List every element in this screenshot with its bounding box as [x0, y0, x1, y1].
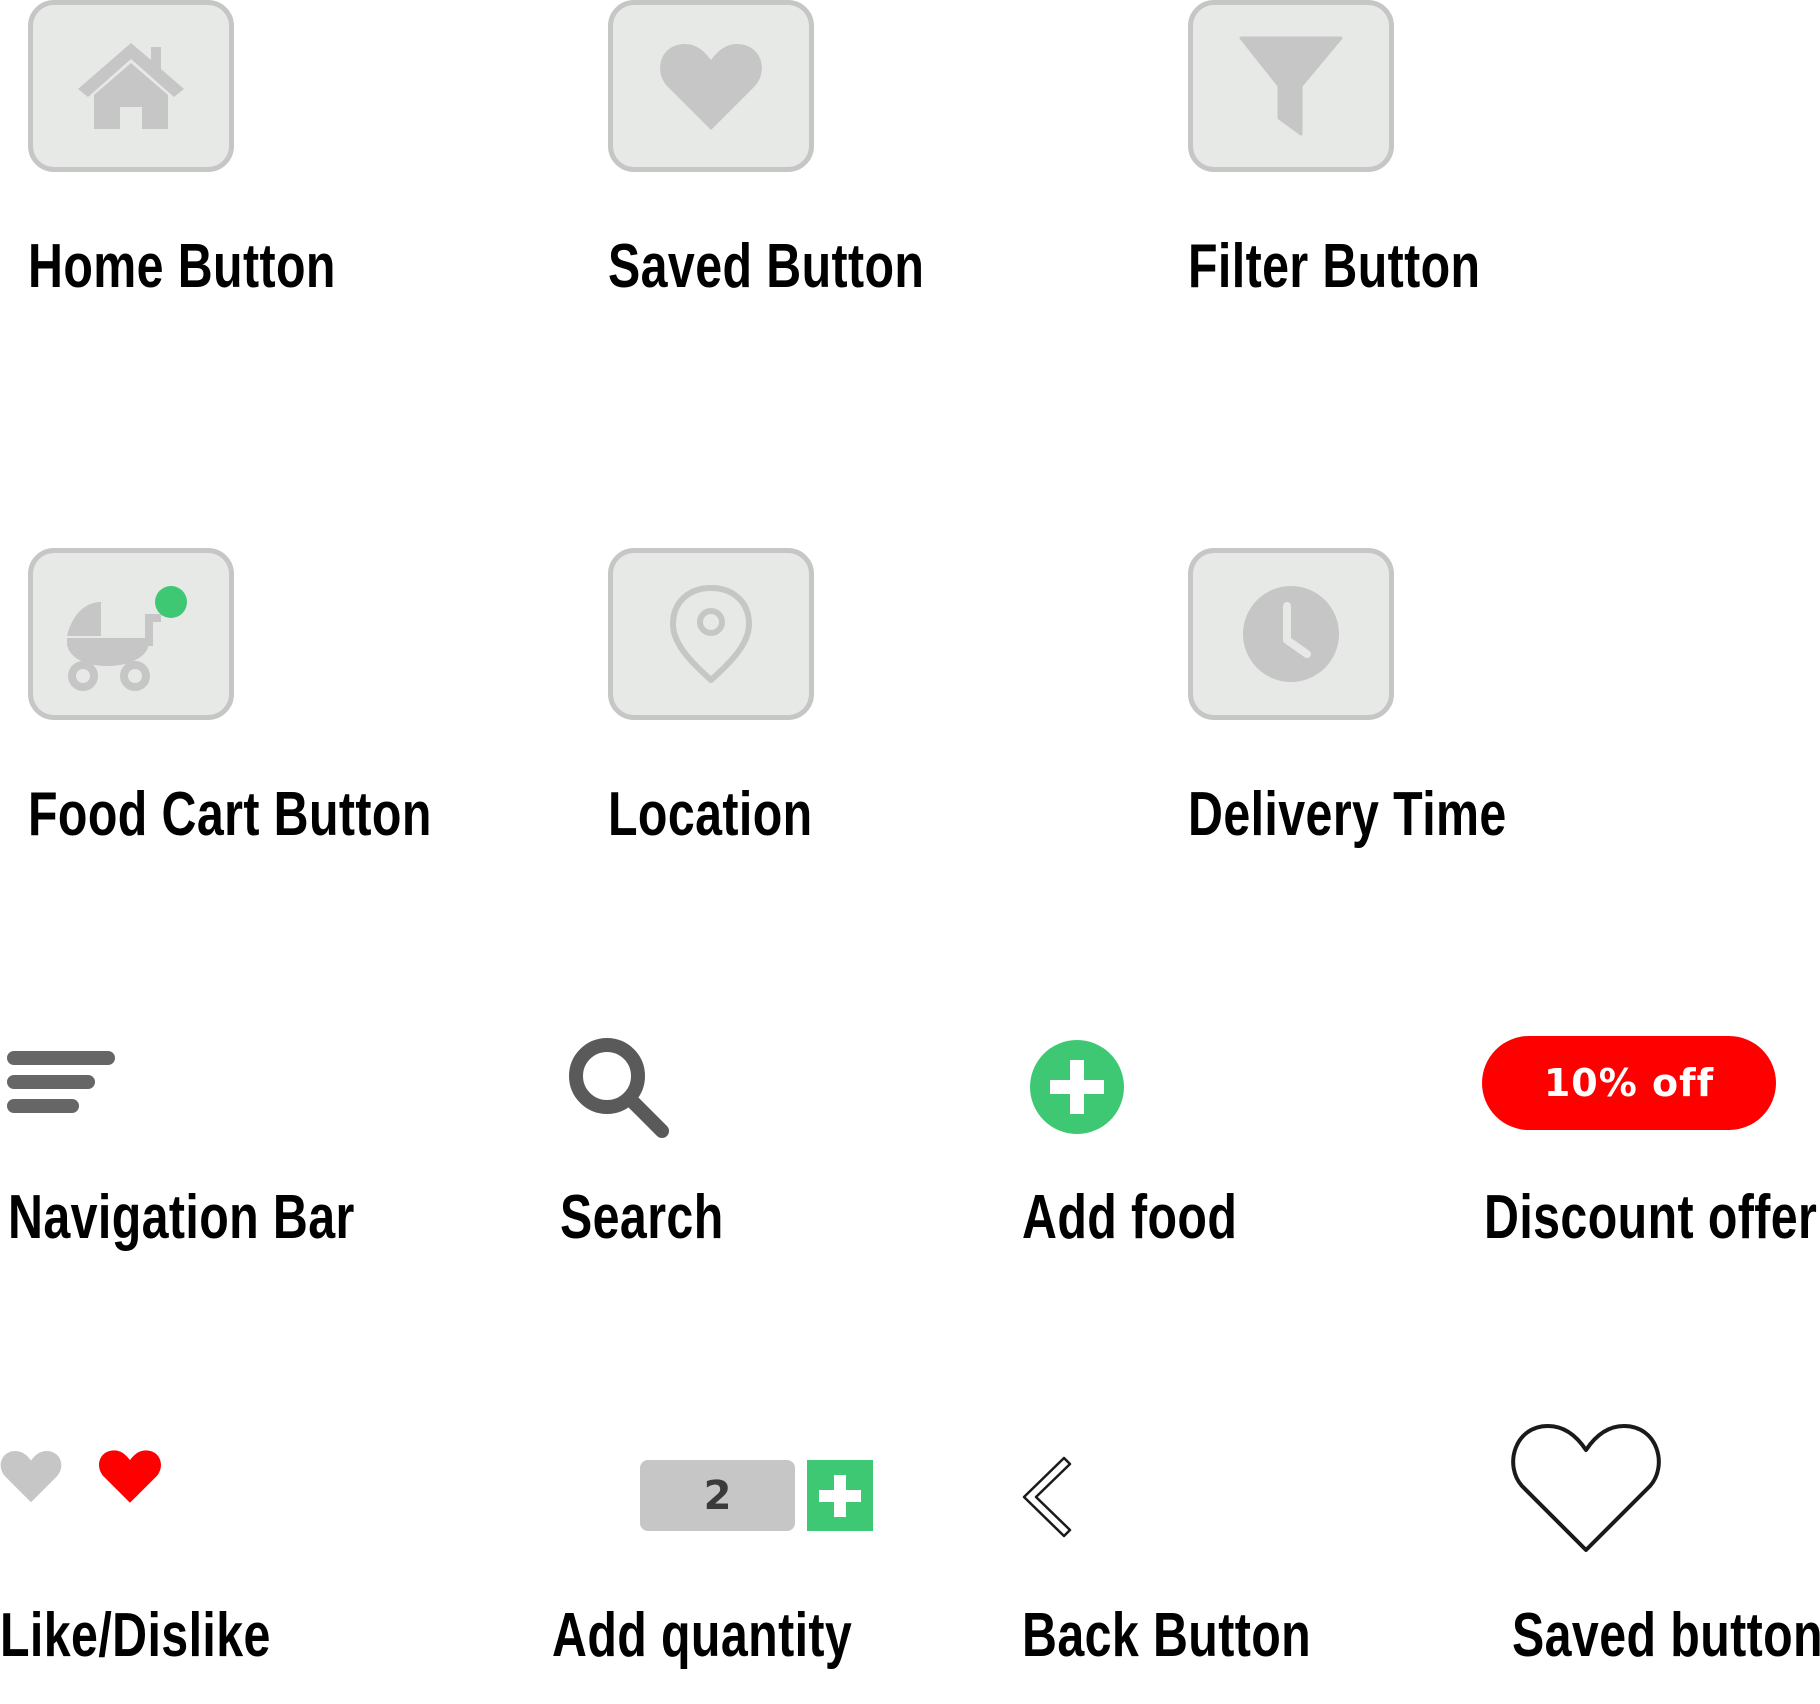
discount-offer-label: Discount offer [1484, 1183, 1818, 1252]
search-label: Search [560, 1183, 724, 1252]
discount-badge[interactable]: 10% off [1482, 1036, 1776, 1130]
discount-badge-text: 10% off [1543, 1061, 1715, 1105]
filter-button[interactable] [1188, 0, 1394, 172]
heart-filled-red-icon[interactable] [98, 1448, 162, 1504]
saved-button[interactable] [608, 0, 814, 172]
stroller-cart-icon [67, 586, 187, 691]
plus-icon [819, 1474, 861, 1517]
home-icon [78, 43, 184, 129]
add-quantity-button[interactable] [807, 1460, 873, 1531]
add-quantity-label: Add quantity [552, 1601, 853, 1670]
saved-outline-label: Saved button [1512, 1601, 1820, 1670]
add-food-label: Add food [1022, 1183, 1238, 1252]
delivery-time-label: Delivery Time [1188, 780, 1507, 849]
magnifier-icon[interactable] [565, 1034, 675, 1144]
clock-icon [1243, 586, 1339, 682]
saved-button-label: Saved Button [608, 232, 925, 301]
home-button-label: Home Button [28, 232, 336, 301]
chevron-left-icon[interactable] [1018, 1454, 1074, 1540]
heart-outline-icon[interactable] [1510, 1420, 1662, 1556]
home-button[interactable] [28, 0, 234, 172]
delivery-time-button[interactable] [1188, 548, 1394, 720]
menu-lines-icon[interactable] [6, 1048, 116, 1118]
navigation-bar-label: Navigation Bar [8, 1183, 355, 1252]
location-button[interactable] [608, 548, 814, 720]
filter-button-label: Filter Button [1188, 232, 1481, 301]
heart-icon[interactable] [0, 1448, 62, 1504]
heart-icon [660, 44, 762, 130]
food-cart-button[interactable] [28, 548, 234, 720]
quantity-value: 2 [703, 1472, 732, 1519]
notification-dot [155, 586, 187, 618]
back-button-label: Back Button [1022, 1601, 1312, 1670]
quantity-display: 2 [640, 1460, 795, 1531]
funnel-icon [1239, 36, 1343, 136]
location-label: Location [608, 780, 813, 849]
plus-circle-icon[interactable] [1030, 1040, 1124, 1134]
like-dislike-label: Like/Dislike [0, 1601, 271, 1670]
map-pin-icon [670, 585, 752, 683]
food-cart-button-label: Food Cart Button [28, 780, 432, 849]
